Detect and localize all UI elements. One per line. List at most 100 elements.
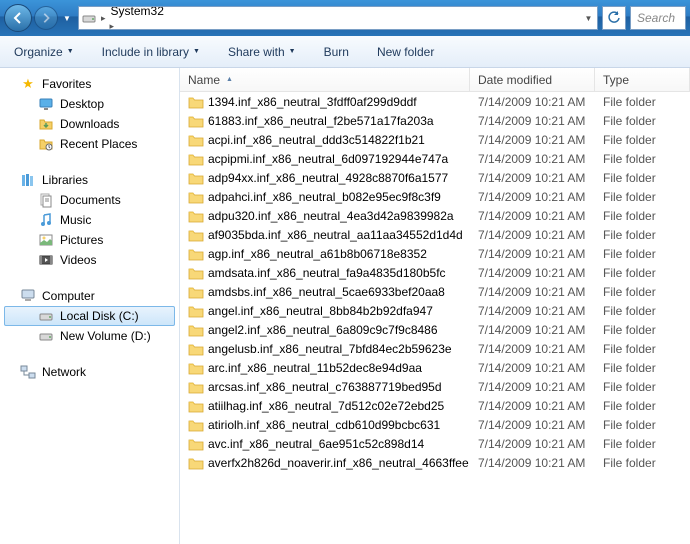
file-row[interactable]: acpi.inf_x86_neutral_ddd3c514822f1b217/1…: [180, 130, 690, 149]
file-type: File folder: [595, 209, 690, 223]
computer-group[interactable]: Computer: [0, 286, 179, 306]
file-name: adpu320.inf_x86_neutral_4ea3d42a9839982a: [208, 209, 454, 223]
network-group[interactable]: Network: [0, 362, 179, 382]
file-type: File folder: [595, 361, 690, 375]
sidebar-drive-item[interactable]: Local Disk (C:): [4, 306, 175, 326]
sidebar-library-item[interactable]: Music: [0, 210, 179, 230]
file-name: arcsas.inf_x86_neutral_c763887719bed95d: [208, 380, 442, 394]
file-row[interactable]: 61883.inf_x86_neutral_f2be571a17fa203a7/…: [180, 111, 690, 130]
file-name: arc.inf_x86_neutral_11b52dec8e94d9aa: [208, 361, 422, 375]
sidebar-library-item[interactable]: Pictures: [0, 230, 179, 250]
file-row[interactable]: amdsbs.inf_x86_neutral_5cae6933bef20aa87…: [180, 282, 690, 301]
file-date: 7/14/2009 10:21 AM: [470, 95, 595, 109]
file-type: File folder: [595, 456, 690, 470]
music-icon: [38, 212, 54, 228]
sidebar-item-label: Pictures: [60, 233, 103, 247]
sidebar-library-item[interactable]: Videos: [0, 250, 179, 270]
file-row[interactable]: arcsas.inf_x86_neutral_c763887719bed95d 7…: [180, 377, 690, 396]
file-date: 7/14/2009 10:21 AM: [470, 437, 595, 451]
file-date: 7/14/2009 10:21 AM: [470, 171, 595, 185]
file-date: 7/14/2009 10:21 AM: [470, 266, 595, 280]
content-area: ★Favorites Desktop Downloads Recent Places…: [0, 68, 690, 544]
folder-icon: [188, 399, 204, 413]
sidebar-item-label: Downloads: [60, 117, 119, 131]
file-row[interactable]: agp.inf_x86_neutral_a61b8b06718e83527/14…: [180, 244, 690, 263]
sidebar-favorite-item[interactable]: Recent Places: [0, 134, 179, 154]
file-date: 7/14/2009 10:21 AM: [470, 380, 595, 394]
file-row[interactable]: adp94xx.inf_x86_neutral_4928c8870f6a1577…: [180, 168, 690, 187]
downloads-icon: [38, 116, 54, 132]
file-type: File folder: [595, 342, 690, 356]
file-type: File folder: [595, 95, 690, 109]
folder-icon: [188, 133, 204, 147]
file-name: amdsata.inf_x86_neutral_fa9a4835d180b5fc: [208, 266, 446, 280]
folder-icon: [188, 418, 204, 432]
sidebar-item-label: Local Disk (C:): [60, 309, 139, 323]
organize-button[interactable]: Organize▼: [10, 42, 78, 62]
file-row[interactable]: amdsata.inf_x86_neutral_fa9a4835d180b5fc…: [180, 263, 690, 282]
file-name: averfx2h826d_noaverir.inf_x86_neutral_46…: [208, 456, 469, 470]
search-input[interactable]: Search: [630, 6, 686, 30]
recent-icon: [38, 136, 54, 152]
search-placeholder: Search: [637, 11, 675, 25]
file-row[interactable]: af9035bda.inf_x86_neutral_aa11aa34552d1d…: [180, 225, 690, 244]
network-icon: [20, 364, 36, 380]
file-row[interactable]: adpu320.inf_x86_neutral_4ea3d42a9839982a…: [180, 206, 690, 225]
file-row[interactable]: 1394.inf_x86_neutral_3fdff0af299d9ddf 7/1…: [180, 92, 690, 111]
new-folder-button[interactable]: New folder: [373, 42, 438, 62]
file-type: File folder: [595, 190, 690, 204]
folder-icon: [188, 437, 204, 451]
column-date[interactable]: Date modified: [470, 68, 595, 91]
favorites-group[interactable]: ★Favorites: [0, 74, 179, 94]
file-row[interactable]: atiriolh.inf_x86_neutral_cdb610d99bcbc63…: [180, 415, 690, 434]
folder-icon: [188, 95, 204, 109]
sidebar-favorite-item[interactable]: Desktop: [0, 94, 179, 114]
file-row[interactable]: atiilhag.inf_x86_neutral_7d512c02e72ebd2…: [180, 396, 690, 415]
column-type[interactable]: Type: [595, 68, 690, 91]
breadcrumb-item[interactable]: System32: [108, 6, 193, 18]
address-bar[interactable]: ▸ Local Disk (C:)▸Windows▸System32▸Drive…: [78, 6, 598, 30]
file-name: 1394.inf_x86_neutral_3fdff0af299d9ddf: [208, 95, 417, 109]
file-row[interactable]: acpipmi.inf_x86_neutral_6d097192944e747a…: [180, 149, 690, 168]
drive-icon: [38, 308, 54, 324]
folder-icon: [188, 114, 204, 128]
file-type: File folder: [595, 152, 690, 166]
breadcrumb-separator[interactable]: ▸: [108, 21, 117, 30]
folder-icon: [188, 209, 204, 223]
forward-button[interactable]: [34, 6, 58, 30]
burn-button[interactable]: Burn: [320, 42, 353, 62]
include-library-button[interactable]: Include in library▼: [98, 42, 204, 62]
breadcrumb-root-sep[interactable]: ▸: [99, 13, 108, 24]
file-row[interactable]: averfx2h826d_noaverir.inf_x86_neutral_46…: [180, 453, 690, 472]
refresh-button[interactable]: [602, 6, 626, 30]
file-row[interactable]: adpahci.inf_x86_neutral_b082e95ec9f8c3f9…: [180, 187, 690, 206]
file-date: 7/14/2009 10:21 AM: [470, 456, 595, 470]
libraries-group[interactable]: Libraries: [0, 170, 179, 190]
file-date: 7/14/2009 10:21 AM: [470, 190, 595, 204]
back-button[interactable]: [4, 4, 32, 32]
sort-indicator-icon: ▲: [226, 76, 233, 83]
sidebar-drive-item[interactable]: New Volume (D:): [0, 326, 179, 346]
file-date: 7/14/2009 10:21 AM: [470, 418, 595, 432]
sidebar-favorite-item[interactable]: Downloads: [0, 114, 179, 134]
drive-icon: [79, 10, 99, 26]
file-date: 7/14/2009 10:21 AM: [470, 323, 595, 337]
file-name: acpi.inf_x86_neutral_ddd3c514822f1b21: [208, 133, 425, 147]
sidebar-item-label: Recent Places: [60, 137, 137, 151]
share-button[interactable]: Share with▼: [224, 42, 300, 62]
file-date: 7/14/2009 10:21 AM: [470, 228, 595, 242]
file-name: adp94xx.inf_x86_neutral_4928c8870f6a1577: [208, 171, 448, 185]
history-dropdown[interactable]: ▼: [60, 8, 74, 28]
file-row[interactable]: avc.inf_x86_neutral_6ae951c52c898d147/14…: [180, 434, 690, 453]
sidebar-item-label: New Volume (D:): [60, 329, 151, 343]
file-row[interactable]: angel.inf_x86_neutral_8bb84b2b92dfa9477/…: [180, 301, 690, 320]
file-date: 7/14/2009 10:21 AM: [470, 285, 595, 299]
pictures-icon: [38, 232, 54, 248]
sidebar-library-item[interactable]: Documents: [0, 190, 179, 210]
address-dropdown[interactable]: ▼: [579, 7, 597, 29]
file-row[interactable]: angel2.inf_x86_neutral_6a809c9c7f9c84867…: [180, 320, 690, 339]
file-name: acpipmi.inf_x86_neutral_6d097192944e747a: [208, 152, 448, 166]
column-name[interactable]: Name▲: [180, 68, 470, 91]
file-row[interactable]: angelusb.inf_x86_neutral_7bfd84ec2b59623…: [180, 339, 690, 358]
file-row[interactable]: arc.inf_x86_neutral_11b52dec8e94d9aa7/14…: [180, 358, 690, 377]
